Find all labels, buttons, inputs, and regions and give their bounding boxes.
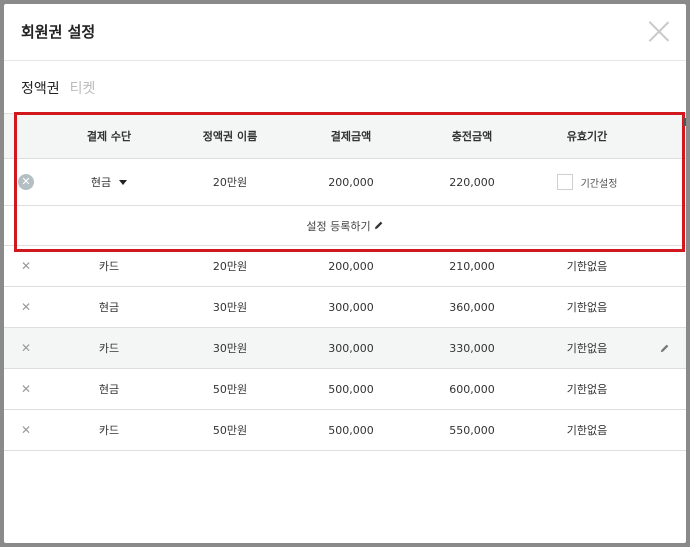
caret-down-icon (119, 179, 128, 185)
delete-row-icon[interactable]: ✕ (21, 382, 31, 396)
row-payment: 현금 (98, 301, 120, 314)
tab-prepaid[interactable]: 정액권 (21, 78, 60, 98)
row-period: 기한없음 (566, 301, 608, 314)
delete-row-icon[interactable]: ✕ (21, 300, 31, 314)
row-period: 기한없음 (566, 383, 608, 396)
row-charge: 550,000 (449, 423, 495, 437)
payment-method-value: 현금 (90, 176, 112, 189)
payment-amount-input[interactable]: 200,000 (290, 159, 412, 205)
charge-amount-input[interactable]: 220,000 (412, 159, 532, 205)
table-row[interactable]: ✕ 현금 30만원 300,000 360,000 기한없음 (4, 287, 686, 328)
edit-icon[interactable] (659, 343, 670, 354)
table-row[interactable]: ✕ 카드 30만원 300,000 330,000 기한없음 (4, 328, 686, 369)
close-icon[interactable] (648, 20, 670, 42)
tab-bar: 정액권 티켓 (21, 78, 95, 98)
header-payment-amount: 결제금액 (330, 130, 372, 143)
payment-method-select[interactable]: 현금 (90, 174, 128, 190)
membership-settings-modal: 회원권 설정 정액권 티켓 결제 수단 정액권 이름 결제금액 충전금액 유효기… (4, 4, 686, 543)
row-amount: 300,000 (328, 300, 374, 314)
row-payment: 현금 (98, 383, 120, 396)
table-header-row: 결제 수단 정액권 이름 결제금액 충전금액 유효기간 (4, 113, 686, 159)
row-payment: 카드 (98, 342, 120, 355)
row-name: 20만원 (212, 260, 248, 273)
row-amount: 200,000 (328, 259, 374, 273)
header-payment-method: 결제 수단 (86, 130, 132, 143)
period-checkbox[interactable] (556, 174, 573, 190)
register-row: 설정 등록하기 (4, 206, 686, 246)
row-charge: 360,000 (449, 300, 495, 314)
row-charge: 210,000 (449, 259, 495, 273)
row-name: 30만원 (212, 342, 248, 355)
row-payment: 카드 (98, 260, 120, 273)
table-row[interactable]: ✕ 카드 20만원 200,000 210,000 기한없음 (4, 246, 686, 287)
row-period: 기한없음 (566, 342, 608, 355)
row-charge: 600,000 (449, 382, 495, 396)
name-input[interactable]: 20만원 (170, 159, 290, 205)
tab-ticket[interactable]: 티켓 (70, 78, 96, 98)
row-charge: 330,000 (449, 341, 495, 355)
row-amount: 500,000 (328, 382, 374, 396)
period-label: 기간설정 (580, 178, 618, 190)
header-charge-amount: 충전금액 (451, 130, 493, 143)
register-button[interactable]: 설정 등록하기 (4, 206, 686, 245)
delete-row-icon[interactable]: ✕ (21, 423, 31, 437)
header-name: 정액권 이름 (202, 130, 258, 143)
header-validity: 유효기간 (566, 130, 608, 143)
modal-header: 회원권 설정 (4, 4, 686, 61)
row-amount: 300,000 (328, 341, 374, 355)
register-label: 설정 등록하기 (306, 219, 371, 233)
delete-row-icon[interactable]: ✕ (21, 259, 31, 273)
clear-entry-icon[interactable]: ✕ (18, 174, 34, 190)
pencil-icon (374, 221, 382, 230)
edge-mark (683, 118, 686, 126)
membership-list: ✕ 카드 20만원 200,000 210,000 기한없음 ✕ 현금 30만원… (4, 246, 686, 451)
row-name: 50만원 (212, 424, 248, 437)
membership-table: 결제 수단 정액권 이름 결제금액 충전금액 유효기간 ✕ 현금 20만원 20… (4, 113, 686, 451)
table-row[interactable]: ✕ 현금 50만원 500,000 600,000 기한없음 (4, 369, 686, 410)
row-period: 기한없음 (566, 424, 608, 437)
table-row[interactable]: ✕ 카드 50만원 500,000 550,000 기한없음 (4, 410, 686, 451)
row-name: 50만원 (212, 383, 248, 396)
row-period: 기한없음 (566, 260, 608, 273)
row-payment: 카드 (98, 424, 120, 437)
modal-title: 회원권 설정 (21, 23, 96, 41)
row-name: 30만원 (212, 301, 248, 314)
delete-row-icon[interactable]: ✕ (21, 341, 31, 355)
new-entry-row: ✕ 현금 20만원 200,000 220,000 기간설정 (4, 159, 686, 206)
row-amount: 500,000 (328, 423, 374, 437)
